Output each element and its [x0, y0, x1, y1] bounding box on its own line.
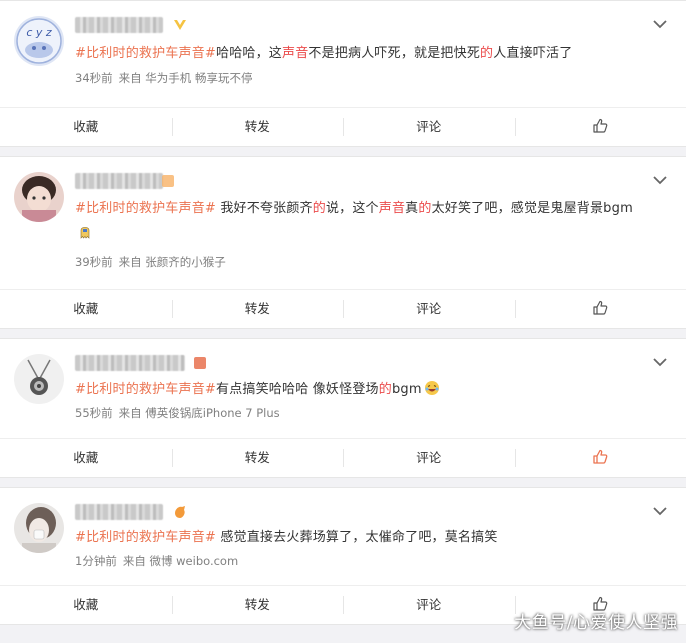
like-button[interactable]	[514, 108, 686, 146]
username-blurred[interactable]	[75, 17, 163, 33]
hashtag-link[interactable]: #比利时的救护车声音#	[75, 46, 216, 61]
collect-button[interactable]: 收藏	[0, 586, 172, 624]
text-segment: 感觉直接去火葬场算了，太催命了吧，莫名搞笑	[216, 530, 498, 545]
keyword-highlight: 声音	[282, 46, 309, 61]
comment-button[interactable]: 评论	[343, 586, 515, 624]
text-segment: bgm	[391, 382, 422, 397]
like-button[interactable]	[514, 290, 686, 328]
post-card: #比利时的救护车声音# 感觉直接去火葬场算了，太催命了吧，莫名搞笑 1分钟前 来自…	[0, 487, 686, 625]
avatar[interactable]	[14, 354, 64, 404]
vip-badge-icon	[175, 506, 185, 518]
chevron-down-icon[interactable]	[652, 19, 668, 29]
text-segment: 真	[405, 201, 419, 216]
thumbs-up-liked-icon	[593, 449, 608, 464]
action-bar: 收藏 转发 评论	[0, 107, 686, 146]
post-meta: 39秒前 来自 张颜齐的小猴子	[75, 254, 226, 270]
collect-button[interactable]: 收藏	[0, 290, 172, 328]
text-segment: 我好不夸张颜齐	[216, 201, 313, 216]
repost-button[interactable]: 转发	[171, 586, 344, 624]
keyword-highlight: 的	[480, 46, 494, 61]
action-bar: 收藏 转发 评论	[0, 289, 686, 328]
vip-badge-icon	[162, 175, 174, 187]
post-card: #比利时的救护车声音# 我好不夸张颜齐的说，这个声音真的太好笑了吧，感觉是鬼屋背…	[0, 156, 686, 329]
post-text: #比利时的救护车声音# 我好不夸张颜齐的说，这个声音真的太好笑了吧，感觉是鬼屋背…	[75, 197, 646, 245]
username-blurred[interactable]	[75, 355, 185, 371]
chevron-down-icon[interactable]	[652, 506, 668, 516]
text-segment: 说，这个	[325, 201, 379, 216]
watermark-text: 大鱼号/心爱使人坚强	[514, 613, 678, 633]
keyword-highlight: 的	[378, 382, 392, 397]
post-text: #比利时的救护车声音#哈哈哈，这声音不是把病人吓死，就是把快死的人直接吓活了	[75, 42, 646, 66]
post-time[interactable]: 34秒前	[75, 71, 113, 85]
post-meta: 55秒前 来自 傅英俊锅底iPhone 7 Plus	[75, 405, 280, 421]
keyword-highlight: 的	[312, 201, 326, 216]
vip-badge-icon	[174, 20, 186, 30]
ghost-emoji-icon	[80, 227, 90, 239]
text-segment: 哈哈哈，这	[216, 46, 283, 61]
hashtag-link[interactable]: #比利时的救护车声音#	[75, 382, 216, 397]
comment-button[interactable]: 评论	[343, 439, 515, 477]
avatar[interactable]: c y z	[14, 16, 64, 66]
vip-badge-icon	[194, 357, 206, 369]
hashtag-link[interactable]: #比利时的救护车声音#	[75, 530, 216, 545]
chevron-down-icon[interactable]	[652, 357, 668, 367]
post-meta: 1分钟前 来自 微博 weibo.com	[75, 553, 238, 569]
like-button[interactable]	[514, 439, 686, 477]
username-blurred[interactable]	[75, 504, 163, 520]
thumbs-up-icon	[593, 118, 608, 133]
avatar[interactable]	[14, 172, 64, 222]
text-segment: 不是把病人吓死，就是把快死	[308, 46, 481, 61]
post-time[interactable]: 55秒前	[75, 406, 113, 420]
post-source[interactable]: 来自 微博 weibo.com	[123, 554, 238, 568]
keyword-highlight: 声音	[378, 201, 406, 216]
repost-button[interactable]: 转发	[171, 290, 344, 328]
post-time[interactable]: 39秒前	[75, 255, 113, 269]
keyword-highlight: 的	[418, 201, 432, 216]
username-blurred[interactable]	[75, 173, 163, 189]
chevron-down-icon[interactable]	[652, 175, 668, 185]
repost-button[interactable]: 转发	[171, 108, 344, 146]
post-text: #比利时的救护车声音# 感觉直接去火葬场算了，太催命了吧，莫名搞笑	[75, 526, 646, 550]
action-bar: 收藏 转发 评论	[0, 438, 686, 477]
text-segment: 太好笑了吧，感觉是鬼屋背景bgm	[431, 201, 633, 216]
thumbs-up-icon	[593, 300, 608, 315]
post-card: #比利时的救护车声音#有点搞笑哈哈哈 像妖怪登场的bgm 55秒前 来自 傅英俊锅…	[0, 338, 686, 478]
post-source[interactable]: 来自 张颜齐的小猴子	[119, 255, 226, 269]
comment-button[interactable]: 评论	[343, 290, 515, 328]
svg-text:c y z: c y z	[26, 26, 52, 39]
post-source[interactable]: 来自 华为手机 畅享玩不停	[119, 71, 253, 85]
laughing-emoji-icon	[424, 381, 439, 395]
post-source[interactable]: 来自 傅英俊锅底iPhone 7 Plus	[119, 406, 280, 420]
text-segment: 有点搞笑哈哈哈 像妖怪登场	[216, 382, 379, 397]
hashtag-link[interactable]: #比利时的救护车声音#	[75, 201, 216, 216]
repost-button[interactable]: 转发	[171, 439, 344, 477]
avatar[interactable]	[14, 503, 64, 553]
comment-button[interactable]: 评论	[343, 108, 515, 146]
post-meta: 34秒前 来自 华为手机 畅享玩不停	[75, 70, 252, 86]
weibo-feed: c y z #比利时的救护车声音#哈哈哈，这声音不是把病人吓死，就是把快死的人直…	[0, 0, 686, 625]
post-text: #比利时的救护车声音#有点搞笑哈哈哈 像妖怪登场的bgm	[75, 378, 646, 402]
post-time[interactable]: 1分钟前	[75, 554, 117, 568]
collect-button[interactable]: 收藏	[0, 439, 172, 477]
text-segment: 人直接吓活了	[493, 46, 573, 61]
post-card: c y z #比利时的救护车声音#哈哈哈，这声音不是把病人吓死，就是把快死的人直…	[0, 0, 686, 147]
collect-button[interactable]: 收藏	[0, 108, 172, 146]
